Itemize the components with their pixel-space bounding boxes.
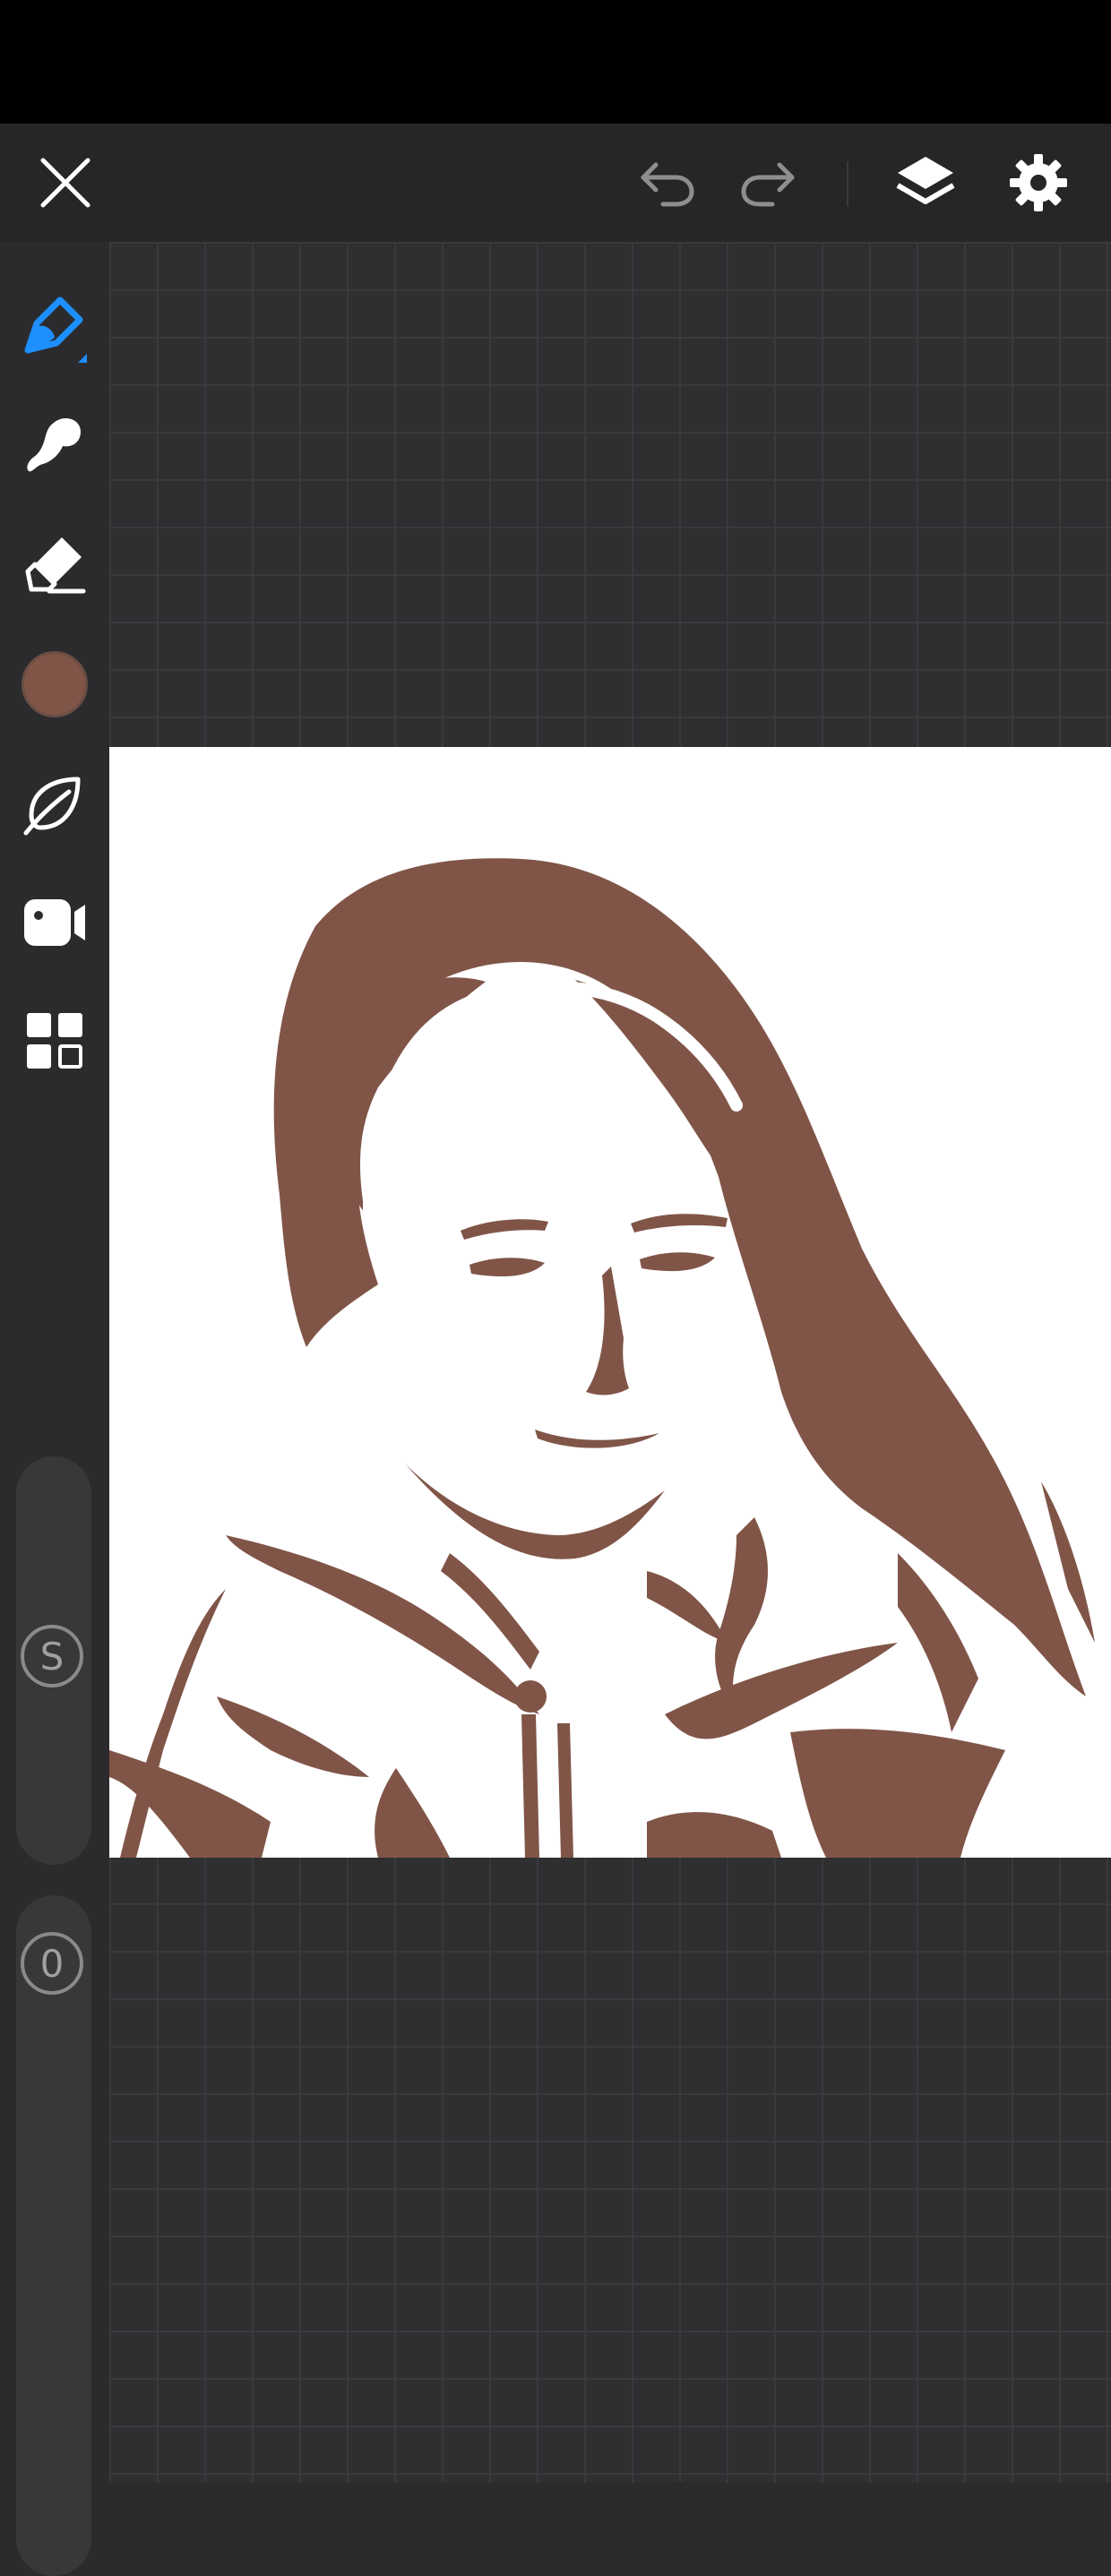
video-camera-icon [24, 899, 85, 946]
leaf-icon [23, 777, 81, 836]
drawing-canvas[interactable] [109, 747, 1111, 1858]
close-icon [40, 158, 90, 208]
grid-icon [27, 1013, 82, 1069]
eraser-tool[interactable] [0, 511, 109, 618]
portrait-artwork [109, 858, 1095, 1858]
layers-icon [896, 157, 955, 204]
undo-button[interactable] [627, 149, 708, 217]
leaf-tool[interactable] [0, 751, 109, 858]
redo-button[interactable] [728, 149, 808, 217]
gallery-tool[interactable] [0, 987, 109, 1095]
pencil-tool[interactable] [0, 271, 109, 379]
smudge-tool[interactable] [0, 391, 109, 498]
layers-button[interactable] [882, 143, 969, 222]
color-picker[interactable] [0, 631, 109, 738]
smudge-icon [27, 418, 81, 472]
toolbar-divider [847, 161, 848, 206]
record-tool[interactable] [0, 869, 109, 976]
color-swatch [22, 651, 88, 717]
opacity-label[interactable]: 0 [21, 1932, 83, 1995]
undo-icon [641, 162, 694, 207]
pencil-icon [24, 296, 87, 363]
brush-size-label[interactable]: S [21, 1625, 83, 1687]
status-bar [0, 0, 1111, 124]
left-toolbar: S 0 [0, 242, 109, 2576]
gear-icon [1010, 154, 1067, 211]
top-toolbar [0, 124, 1111, 242]
close-button[interactable] [18, 142, 113, 224]
settings-button[interactable] [995, 143, 1082, 222]
redo-icon [741, 162, 795, 207]
opacity-slider[interactable] [16, 1895, 91, 2576]
eraser-icon [25, 537, 86, 594]
